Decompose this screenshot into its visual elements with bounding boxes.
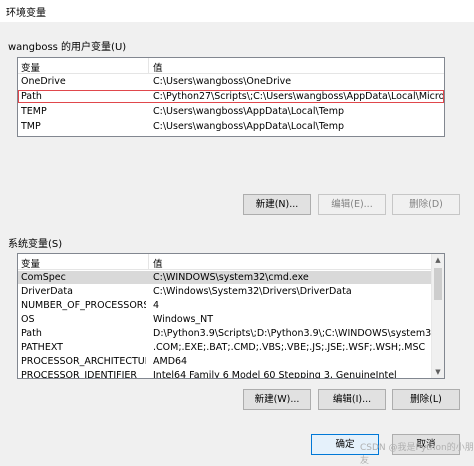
list-item[interactable]: DriverData C:\Windows\System32\Drivers\D… bbox=[18, 285, 444, 298]
var-value: Intel64 Family 6 Model 60 Stepping 3, Ge… bbox=[153, 370, 397, 379]
col-header-value[interactable]: 值 bbox=[153, 60, 163, 74]
col-header-value[interactable]: 值 bbox=[153, 256, 163, 270]
var-name: TEMP bbox=[21, 106, 47, 117]
var-name: PATHEXT bbox=[21, 342, 63, 353]
var-name: OneDrive bbox=[21, 76, 66, 87]
system-vars-label: 系统变量(S) bbox=[8, 239, 63, 250]
var-value: C:\Users\wangboss\OneDrive bbox=[153, 76, 292, 87]
list-item[interactable]: TEMP C:\Users\wangboss\AppData\Local\Tem… bbox=[18, 105, 444, 118]
var-value: C:\Users\wangboss\AppData\Local\Temp bbox=[153, 121, 345, 132]
system-new-button[interactable]: 新建(W)... bbox=[243, 389, 311, 410]
var-value: .COM;.EXE;.BAT;.CMD;.VBS;.VBE;.JS;.JSE;.… bbox=[153, 342, 426, 353]
window-title: 环境变量 bbox=[6, 8, 46, 19]
var-name: ComSpec bbox=[21, 272, 66, 283]
user-vars-list[interactable]: 变量 值 OneDrive C:\Users\wangboss\OneDrive… bbox=[17, 57, 445, 137]
user-delete-button[interactable]: 删除(D) bbox=[392, 194, 460, 215]
title-bar: 环境变量 bbox=[0, 0, 474, 22]
col-header-name[interactable]: 变量 bbox=[21, 60, 40, 74]
var-value: D:\Python3.9\Scripts\;D:\Python3.9\;C:\W… bbox=[153, 328, 443, 339]
list-item[interactable]: PROCESSOR_ARCHITECTURE AMD64 bbox=[18, 355, 444, 368]
var-value: C:\WINDOWS\system32\cmd.exe bbox=[153, 272, 309, 283]
scroll-down-icon[interactable]: ▼ bbox=[432, 368, 444, 376]
var-name: DriverData bbox=[21, 286, 73, 297]
list-item[interactable]: OneDrive C:\Users\wangboss\OneDrive bbox=[18, 75, 444, 88]
system-vars-header: 变量 值 bbox=[18, 254, 444, 270]
user-edit-button[interactable]: 编辑(E)... bbox=[318, 194, 386, 215]
list-item[interactable]: PATHEXT .COM;.EXE;.BAT;.CMD;.VBS;.VBE;.J… bbox=[18, 341, 444, 354]
var-name: Path bbox=[21, 91, 42, 102]
list-item[interactable]: ComSpec C:\WINDOWS\system32\cmd.exe bbox=[18, 271, 444, 284]
list-item[interactable]: OS Windows_NT bbox=[18, 313, 444, 326]
system-delete-button[interactable]: 删除(L) bbox=[392, 389, 460, 410]
system-edit-button[interactable]: 编辑(I)... bbox=[318, 389, 386, 410]
column-divider[interactable] bbox=[148, 254, 149, 270]
user-vars-label: wangboss 的用户变量(U) bbox=[8, 42, 127, 53]
user-new-button[interactable]: 新建(N)... bbox=[243, 194, 311, 215]
scrollbar-thumb[interactable] bbox=[434, 268, 442, 300]
var-value: Windows_NT bbox=[153, 314, 214, 325]
list-item[interactable]: NUMBER_OF_PROCESSORS 4 bbox=[18, 299, 444, 312]
var-value: C:\Users\wangboss\AppData\Local\Temp bbox=[153, 106, 345, 117]
scroll-up-icon[interactable]: ▲ bbox=[432, 256, 444, 264]
var-value: C:\Windows\System32\Drivers\DriverData bbox=[153, 286, 352, 297]
var-value: AMD64 bbox=[153, 356, 188, 367]
column-divider[interactable] bbox=[148, 58, 149, 74]
var-name: PROCESSOR_IDENTIFIER bbox=[21, 370, 138, 379]
system-vars-list[interactable]: 变量 值 ComSpec C:\WINDOWS\system32\cmd.exe… bbox=[17, 253, 445, 379]
var-name: OS bbox=[21, 314, 35, 325]
list-item[interactable]: TMP C:\Users\wangboss\AppData\Local\Temp bbox=[18, 120, 444, 133]
var-value: C:\Python27\Scripts\;C:\Users\wangboss\A… bbox=[153, 91, 443, 102]
list-item[interactable]: Path D:\Python3.9\Scripts\;D:\Python3.9\… bbox=[18, 327, 444, 340]
col-header-name[interactable]: 变量 bbox=[21, 256, 40, 270]
var-name: Path bbox=[21, 328, 42, 339]
vertical-scrollbar[interactable]: ▲ ▼ bbox=[431, 254, 444, 378]
var-name: NUMBER_OF_PROCESSORS bbox=[21, 300, 146, 311]
var-name: TMP bbox=[21, 121, 41, 132]
list-item-path-selected[interactable]: Path C:\Python27\Scripts\;C:\Users\wangb… bbox=[18, 90, 444, 103]
user-vars-header: 变量 值 bbox=[18, 58, 444, 74]
watermark: CSDN @我是Python的小朋友 bbox=[360, 443, 474, 466]
var-value: 4 bbox=[153, 300, 160, 311]
var-name: PROCESSOR_ARCHITECTURE bbox=[21, 356, 146, 367]
list-item[interactable]: PROCESSOR_IDENTIFIER Intel64 Family 6 Mo… bbox=[18, 369, 444, 379]
